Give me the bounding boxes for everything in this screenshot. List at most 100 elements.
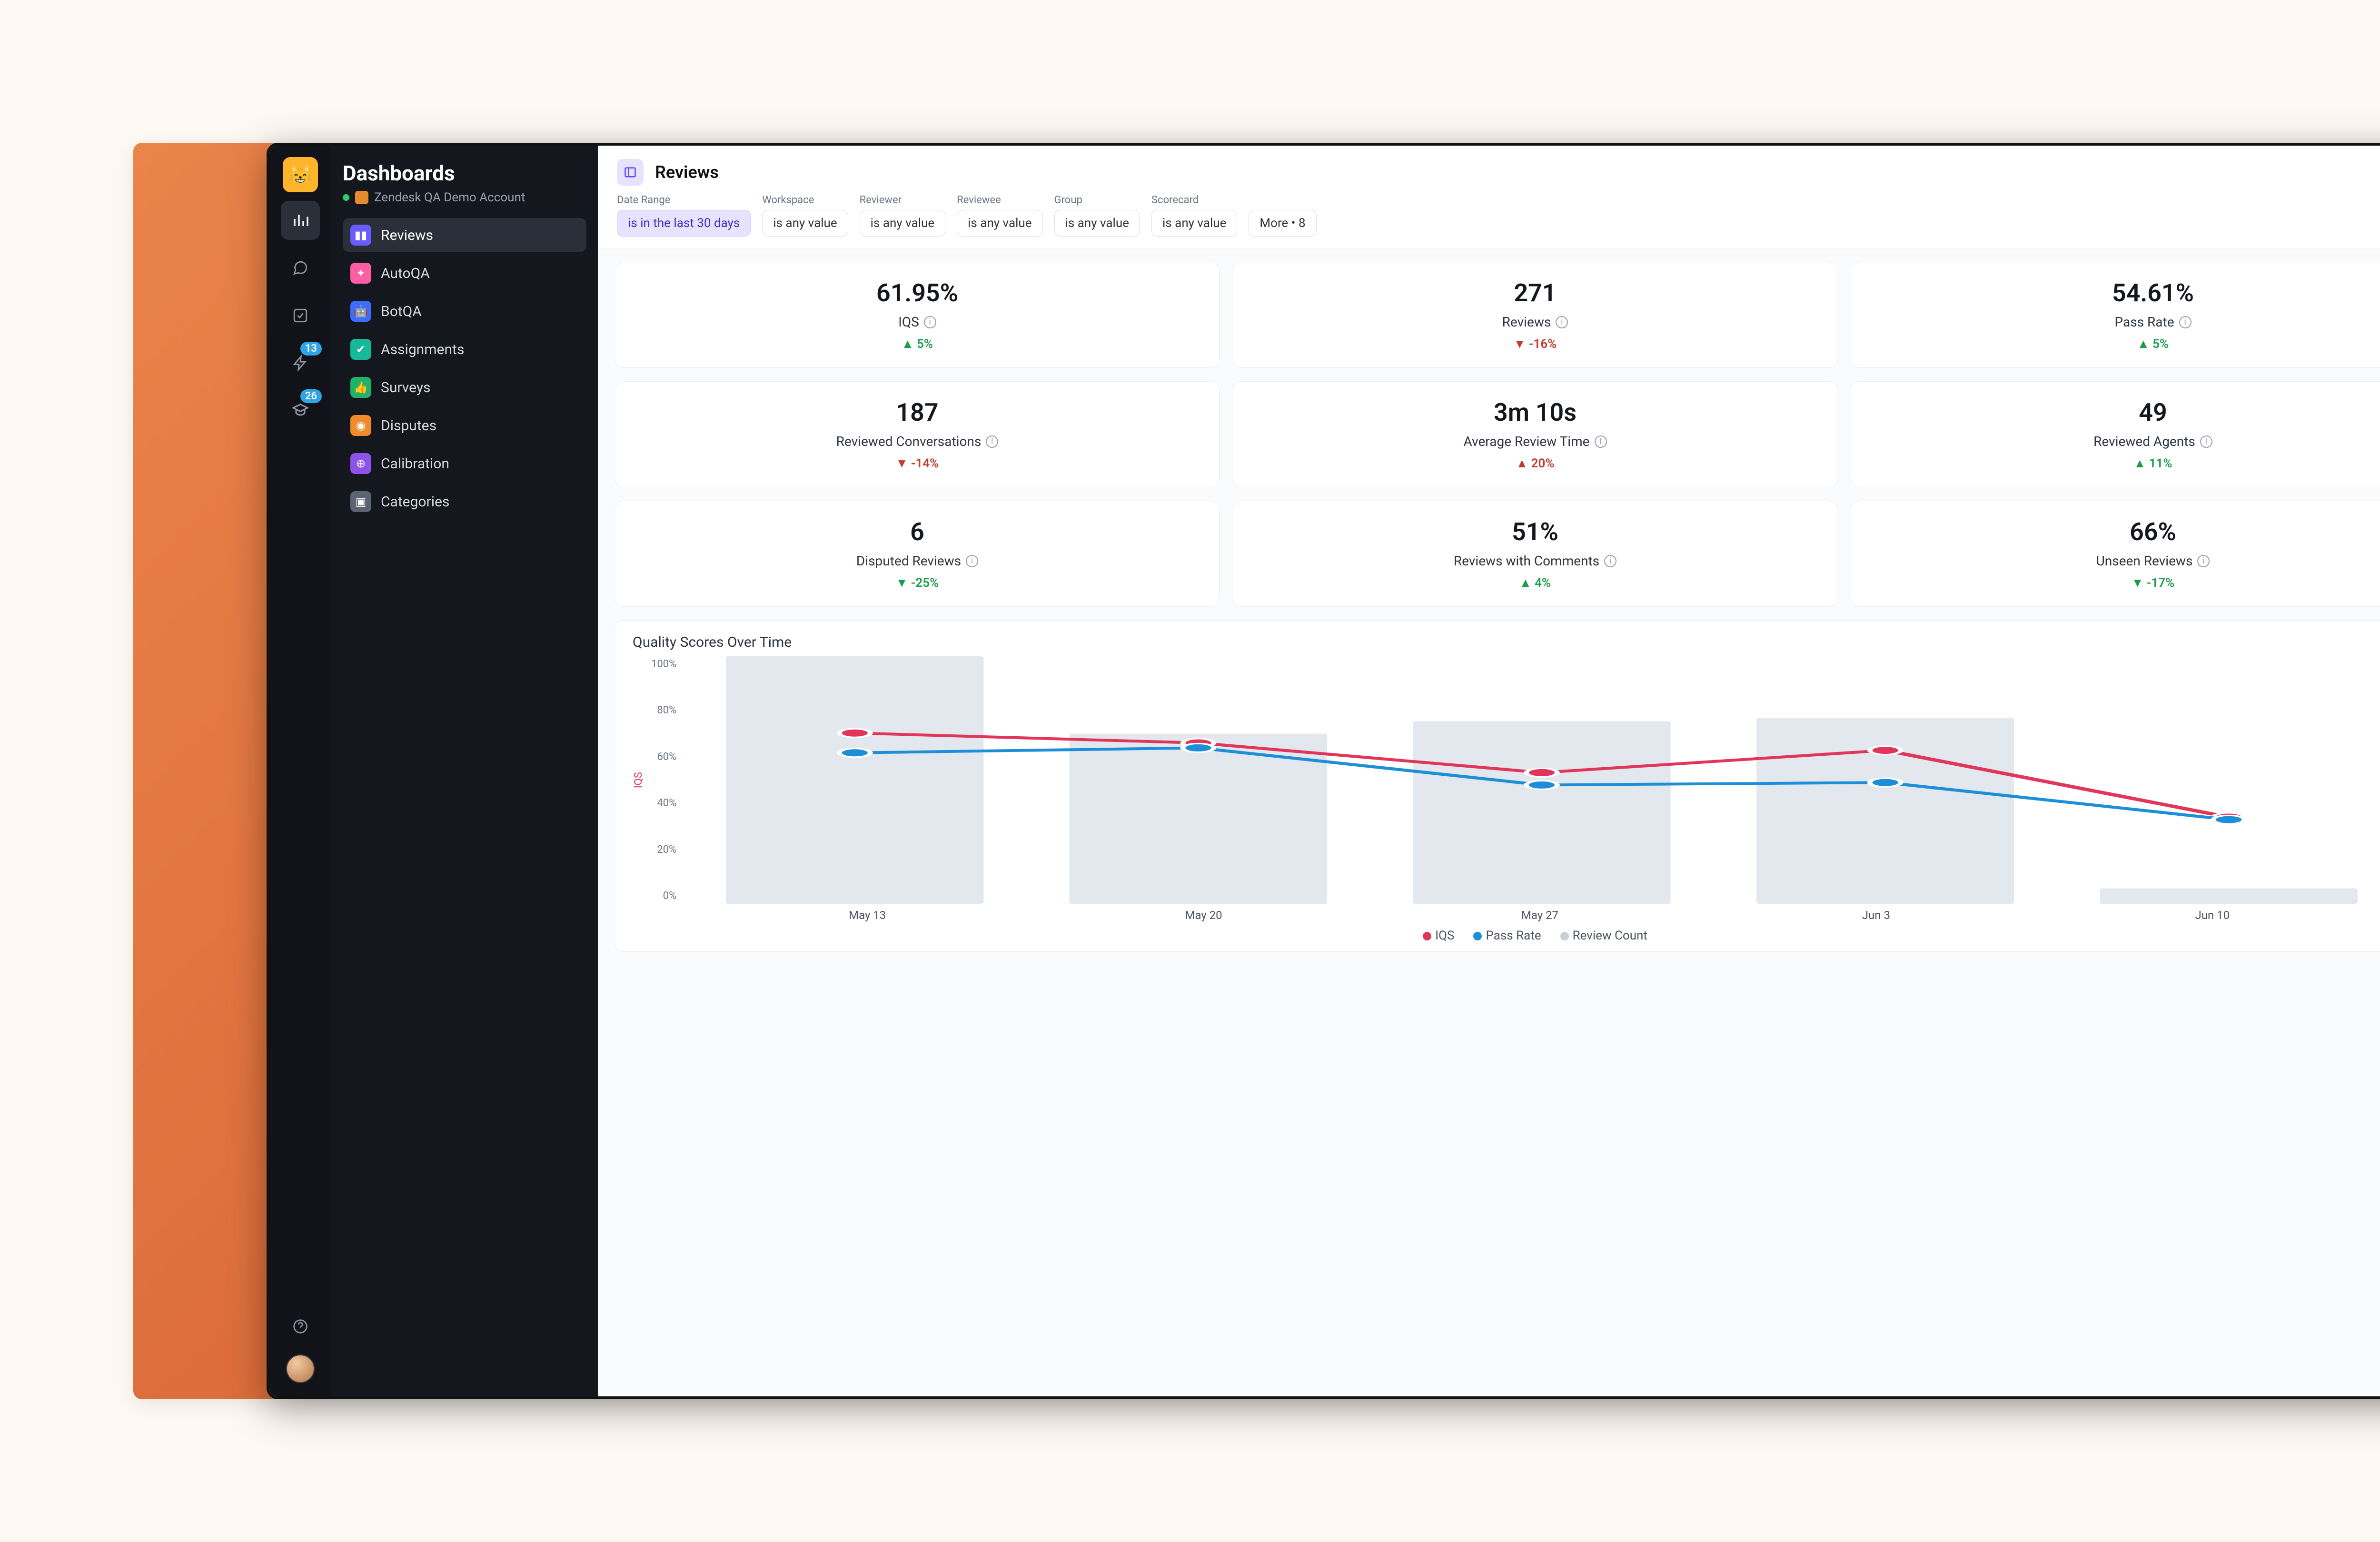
app-logo[interactable]: 😸 (283, 157, 318, 192)
rail-activity-icon[interactable]: 13 (281, 344, 320, 383)
kpi-reviews[interactable]: 271 Reviewsi ▼ -16% (1233, 262, 1837, 368)
sidebar-item-label: AutoQA (381, 265, 430, 282)
legend-pass: Pass Rate (1473, 929, 1541, 943)
kpi-label: Reviewsi (1502, 314, 1568, 330)
filter-label-scorecard: Scorecard (1151, 194, 1237, 206)
y-left-axis-title: IQS (633, 772, 645, 788)
info-icon[interactable]: i (1595, 435, 1607, 448)
sidebar-nav: ▮▮ Reviews ✦ AutoQA 🤖BotQA ✔ Assignments 👍 Surve… (343, 218, 586, 519)
info-icon[interactable]: i (986, 435, 998, 448)
kpi-value: 271 (1514, 278, 1556, 307)
thumb-icon: 👍 (350, 377, 371, 398)
sidebar-item-label: Categories (381, 494, 449, 510)
chart-plot[interactable] (683, 656, 2380, 904)
y-left-ticks: 100%80%60%40%20%0% (651, 656, 676, 904)
alert-icon: ◉ (350, 415, 371, 436)
bars-icon: ▮▮ (350, 225, 371, 246)
kpi-label: Pass Ratei (2114, 314, 2191, 330)
sidebar-item-label: Surveys (381, 379, 431, 396)
info-icon[interactable]: i (2179, 316, 2192, 328)
rail-dashboards-icon[interactable] (281, 201, 320, 240)
filter-label-workspace: Workspace (762, 194, 848, 206)
account-selector[interactable]: Zendesk QA Demo Account (343, 190, 586, 205)
user-avatar[interactable] (286, 1354, 315, 1383)
kpi-value: 49 (2139, 398, 2167, 427)
rail-learn-badge: 26 (300, 389, 322, 403)
sidebar-item-label: Calibration (381, 455, 449, 472)
info-icon[interactable]: i (2200, 435, 2212, 448)
check-icon: ✔ (350, 339, 371, 360)
sidebar-title: Dashboards (343, 161, 586, 186)
sidebar-item-autoqa[interactable]: ✦ AutoQA (343, 256, 586, 290)
kpi-reviewed-conversations[interactable]: 187 Reviewed Conversationsi ▼ -14% (615, 381, 1220, 487)
topbar: Reviews (598, 146, 2380, 194)
sidebar-item-label: Reviews (381, 227, 433, 244)
filter-chip-scorecard[interactable]: is any value (1151, 210, 1237, 237)
filter-chip-reviewer[interactable]: is any value (860, 210, 945, 237)
content-scroll: 61.95% IQSi ▲ 5% 271 Reviewsi ▼ -16% 54.… (598, 248, 2380, 965)
kpi-delta: ▼ -17% (2132, 575, 2175, 590)
sidebar-item-calibration[interactable]: ⊕ Calibration (343, 446, 586, 481)
rail-learn-icon[interactable]: 26 (281, 391, 320, 430)
sidebar-item-surveys[interactable]: 👍 Surveys (343, 370, 586, 405)
kpi-delta: ▼ -25% (896, 575, 939, 590)
kpi-grid: 61.95% IQSi ▲ 5% 271 Reviewsi ▼ -16% 54.… (615, 262, 2380, 607)
page-title: Reviews (655, 162, 719, 182)
sidebar-item-disputes[interactable]: ◉ Disputes (343, 408, 586, 443)
promo-background: 😸 13 26 (133, 143, 2380, 1399)
kpi-value: 187 (896, 398, 938, 427)
info-icon[interactable]: i (1604, 555, 1616, 567)
account-org-icon (355, 191, 368, 204)
filter-chip-workspace[interactable]: is any value (762, 210, 848, 237)
kpi-reviewed-agents[interactable]: 49 Reviewed Agentsi ▲ 11% (1851, 381, 2380, 487)
filter-chip-reviewee[interactable]: is any value (957, 210, 1042, 237)
info-icon[interactable]: i (924, 316, 936, 328)
chart-card: Quality Scores Over Time IQS 100%80%60%4… (615, 620, 2380, 952)
sidebar-item-label: BotQA (381, 303, 422, 320)
filter-chip-group[interactable]: is any value (1054, 210, 1140, 237)
sidebar-item-assignments[interactable]: ✔ Assignments (343, 332, 586, 366)
info-icon[interactable]: i (966, 555, 978, 567)
status-dot-icon (343, 194, 349, 201)
kpi-iqs[interactable]: 61.95% IQSi ▲ 5% (615, 262, 1220, 368)
sidebar-item-label: Assignments (381, 341, 464, 358)
sparkle-icon: ✦ (350, 263, 371, 284)
kpi-delta: ▲ 5% (902, 336, 933, 351)
icon-rail: 😸 13 26 (269, 146, 331, 1396)
kpi-delta: ▲ 5% (2137, 336, 2169, 351)
rail-activity-badge: 13 (300, 342, 322, 356)
sidebar-item-categories[interactable]: ▣ Categories (343, 484, 586, 519)
kpi-reviews-with-comments[interactable]: 51% Reviews with Commentsi ▲ 4% (1233, 501, 1837, 607)
kpi-label: IQSi (898, 314, 936, 330)
filter-chip-more[interactable]: More • 8 (1249, 210, 1316, 237)
kpi-disputed-reviews[interactable]: 6 Disputed Reviewsi ▼ -25% (615, 501, 1220, 607)
filter-chip-date[interactable]: is in the last 30 days (617, 210, 751, 237)
info-icon[interactable]: i (1556, 316, 1568, 328)
kpi-unseen-reviews[interactable]: 66% Unseen Reviewsi ▼ -17% (1851, 501, 2380, 607)
sidebar: Dashboards Zendesk QA Demo Account ▮▮ Rev… (331, 146, 598, 1396)
account-name: Zendesk QA Demo Account (374, 190, 525, 205)
kpi-value: 66% (2130, 517, 2176, 546)
kpi-label: Reviews with Commentsi (1454, 553, 1616, 569)
kpi-average-review-time[interactable]: 3m 10s Average Review Timei ▲ 20% (1233, 381, 1837, 487)
folder-icon: ▣ (350, 491, 371, 512)
sidebar-item-reviews[interactable]: ▮▮ Reviews (343, 218, 586, 252)
info-icon[interactable]: i (2197, 555, 2210, 567)
filter-label-reviewer: Reviewer (860, 194, 945, 206)
filter-label-date: Date Range (617, 194, 751, 206)
toggle-sidebar-button[interactable] (617, 159, 644, 186)
filter-label-group: Group (1054, 194, 1140, 206)
sidebar-item-botqa[interactable]: 🤖BotQA (343, 294, 586, 328)
kpi-delta: ▲ 4% (1519, 575, 1551, 590)
rail-chat-icon[interactable] (281, 248, 320, 287)
rail-tasks-icon[interactable] (281, 296, 320, 335)
chart-legend: IQS Pass Rate Review Count (633, 929, 2380, 946)
kpi-value: 6 (910, 517, 924, 546)
kpi-value: 3m 10s (1494, 398, 1577, 427)
target-icon: ⊕ (350, 453, 371, 474)
sidebar-item-label: Disputes (381, 417, 436, 434)
kpi-delta: ▼ -16% (1514, 336, 1557, 351)
kpi-pass-rate[interactable]: 54.61% Pass Ratei ▲ 5% (1851, 262, 2380, 368)
rail-help-icon[interactable] (281, 1307, 320, 1346)
filter-label-reviewee: Reviewee (957, 194, 1042, 206)
